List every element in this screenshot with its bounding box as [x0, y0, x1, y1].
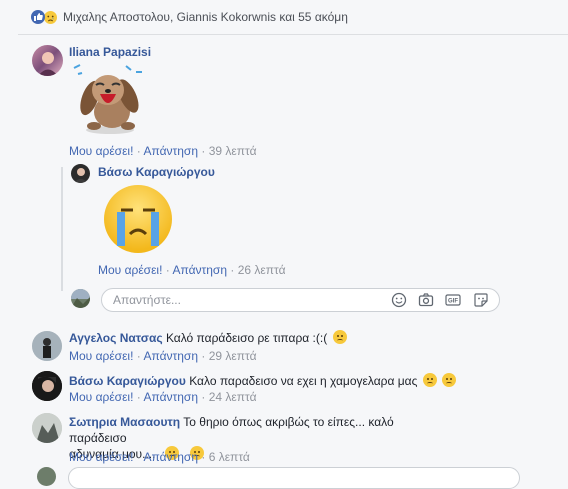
like-link[interactable]: Μου αρέσει! — [98, 263, 162, 277]
reply-author[interactable]: Βάσω Καραγιώργου — [98, 165, 215, 179]
crying-face-sticker — [101, 184, 175, 254]
comment-actions: Μου αρέσει! · Απάντηση · 29 λεπτά — [69, 349, 257, 363]
svg-text:GIF: GIF — [448, 299, 458, 305]
comment-author[interactable]: Βάσω Καραγιώργου — [69, 374, 186, 388]
reply-link[interactable]: Απάντηση — [143, 450, 198, 464]
avatar[interactable] — [32, 371, 62, 401]
current-user-avatar — [71, 289, 90, 308]
comment-author[interactable]: Iliana Papazisi — [69, 45, 151, 59]
gif-icon[interactable]: GIF — [445, 292, 461, 308]
timestamp[interactable]: 24 λεπτά — [209, 390, 257, 404]
camera-icon[interactable] — [418, 292, 434, 308]
crying-emoji-icon — [442, 373, 457, 387]
avatar[interactable] — [32, 331, 62, 361]
sad-emoji-icon — [422, 373, 437, 387]
like-link[interactable]: Μου αρέσει! — [69, 390, 133, 404]
crying-dog-sticker — [70, 60, 150, 136]
sad-icon — [43, 9, 58, 25]
like-link[interactable]: Μου αρέσει! — [69, 349, 133, 363]
thread-line — [61, 167, 63, 291]
reply-link[interactable]: Απάντηση — [143, 144, 198, 158]
reply-link[interactable]: Απάντηση — [143, 390, 198, 404]
timestamp[interactable]: 29 λεπτά — [209, 349, 257, 363]
confused-emoji-icon — [332, 330, 347, 344]
like-link[interactable]: Μου αρέσει! — [69, 450, 133, 464]
comment-author[interactable]: Σωτηρια Μασαουτη — [69, 415, 180, 429]
reactions-summary[interactable]: Μιχαλης Αποστολου, Giannis Kokorwnis και… — [31, 9, 348, 25]
reply-link[interactable]: Απάντηση — [143, 349, 198, 363]
sticker-icon[interactable] — [473, 292, 489, 308]
timestamp[interactable]: 26 λεπτά — [238, 263, 286, 277]
avatar[interactable] — [71, 164, 90, 183]
avatar[interactable] — [32, 45, 63, 76]
comment-body: Αγγελος Νατσας Καλό παράδεισο ρε τιπαρα … — [69, 330, 347, 345]
timestamp[interactable]: 39 λεπτά — [209, 144, 257, 158]
like-link[interactable]: Μου αρέσει! — [69, 144, 133, 158]
comment-actions: Μου αρέσει! · Απάντηση · 24 λεπτά — [69, 390, 257, 404]
comment-text: Καλό παράδεισο ρε τιπαρα :(:( — [165, 331, 328, 345]
avatar[interactable] — [32, 413, 62, 443]
reactions-names[interactable]: Μιχαλης Αποστολου, Giannis Kokorwnis και… — [63, 10, 348, 24]
emoji-icon[interactable] — [391, 292, 407, 308]
comment-actions: Μου αρέσει! · Απάντηση · 39 λεπτά — [69, 144, 257, 158]
comment-body: Βάσω Καραγιώργου Καλο παραδεισο να εχει … — [69, 373, 457, 388]
comment-composer[interactable] — [68, 467, 520, 489]
reply-actions: Μου αρέσει! · Απάντηση · 26 λεπτά — [98, 263, 286, 277]
comment-author[interactable]: Αγγελος Νατσας — [69, 331, 163, 345]
comment-text: Καλο παραδεισο να εχει η χαμογελαρα μας — [189, 374, 418, 388]
divider — [18, 34, 568, 35]
comment-actions: Μου αρέσει! · Απάντηση · 6 λεπτά — [69, 450, 250, 464]
current-user-avatar — [37, 467, 56, 486]
reply-link[interactable]: Απάντηση — [172, 263, 227, 277]
like-icon — [31, 10, 45, 24]
reply-composer: GIF — [101, 288, 500, 312]
reply-input[interactable] — [111, 292, 385, 308]
timestamp[interactable]: 6 λεπτά — [209, 450, 250, 464]
